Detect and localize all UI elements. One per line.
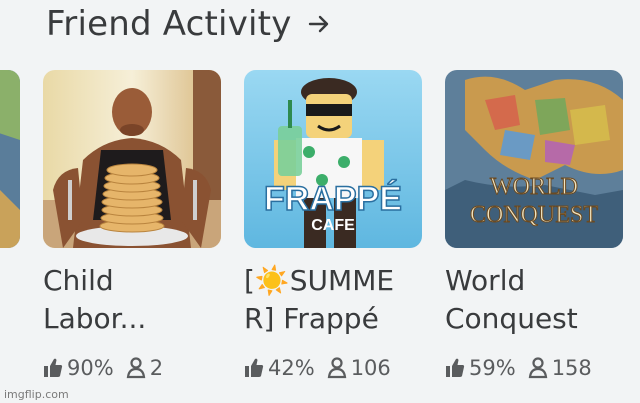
player-icon xyxy=(327,357,346,379)
thumbs-up-icon xyxy=(44,358,63,377)
friend-activity-header[interactable]: Friend Activity xyxy=(46,2,330,46)
world-map-image: WORLD CONQUEST xyxy=(445,70,623,248)
cafe-brand-text: FRAPPÉ xyxy=(264,180,402,218)
player-count: 106 xyxy=(327,356,391,380)
player-count: 158 xyxy=(528,356,592,380)
game-title: World Conquest xyxy=(445,264,578,335)
thumbs-up-icon xyxy=(446,358,465,377)
game-card[interactable]: FRAPPÉ CAFE [☀️SUMME R] Frappé 42% 106 xyxy=(244,70,422,380)
frappe-cafe-image: FRAPPÉ CAFE xyxy=(244,70,422,248)
game-title: Child Labor... xyxy=(43,264,147,335)
game-title: [☀️SUMME R] Frappé xyxy=(244,264,395,335)
muscle-man-pancakes-image xyxy=(43,70,221,248)
arrow-right-icon xyxy=(308,15,328,33)
like-ratio: 42% xyxy=(244,356,315,380)
player-icon xyxy=(126,357,145,379)
section-title: Friend Activity xyxy=(46,4,292,44)
like-ratio: 90% xyxy=(43,356,114,380)
game-card[interactable]: Child Labor... 90% 2 xyxy=(43,70,221,380)
game-stats: 90% 2 xyxy=(43,356,175,380)
conquest-title-line1: WORLD xyxy=(490,174,578,200)
game-card[interactable]: WORLD CONQUEST World Conquest 59% 158 xyxy=(445,70,623,380)
watermark: imgflip.com xyxy=(4,388,69,401)
cafe-sub-text: CAFE xyxy=(311,217,355,234)
partial-game-thumbnail[interactable] xyxy=(0,70,20,248)
game-stats: 59% 158 xyxy=(445,356,604,380)
game-thumbnail[interactable]: FRAPPÉ CAFE xyxy=(244,70,422,248)
player-icon xyxy=(528,357,547,379)
like-ratio: 59% xyxy=(445,356,516,380)
game-stats: 42% 106 xyxy=(244,356,403,380)
game-thumbnail[interactable]: WORLD CONQUEST xyxy=(445,70,623,248)
player-count: 2 xyxy=(126,356,163,380)
conquest-title-line2: CONQUEST xyxy=(470,202,598,228)
game-thumbnail[interactable] xyxy=(43,70,221,248)
thumbs-up-icon xyxy=(245,358,264,377)
